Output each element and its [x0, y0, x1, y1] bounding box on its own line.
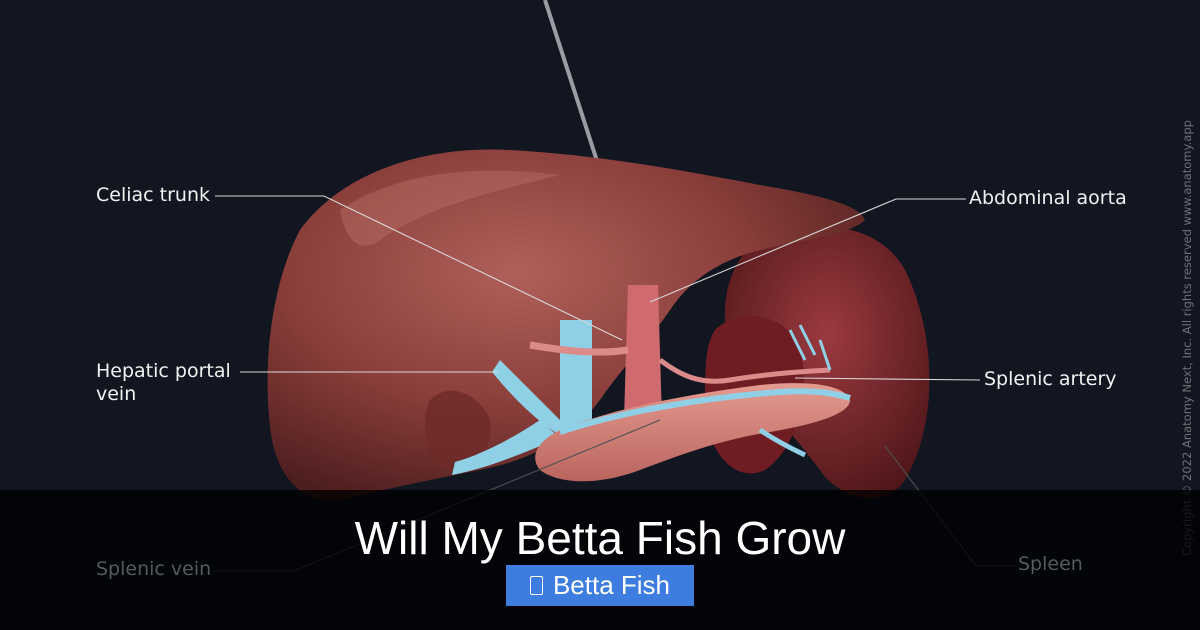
label-celiac-trunk: Celiac trunk	[96, 184, 210, 206]
portal-vein	[560, 320, 592, 430]
tag-icon	[529, 576, 543, 595]
label-splenic-artery: Splenic artery	[984, 368, 1117, 390]
aorta	[624, 285, 662, 420]
label-hepatic-portal-vein: Hepatic portal vein	[96, 360, 231, 405]
category-tag[interactable]: Betta Fish	[506, 565, 694, 606]
label-abdominal-aorta: Abdominal aorta	[969, 187, 1127, 209]
headline: Will My Betta Fish Grow	[354, 512, 846, 564]
category-tag-label: Betta Fish	[552, 570, 671, 600]
